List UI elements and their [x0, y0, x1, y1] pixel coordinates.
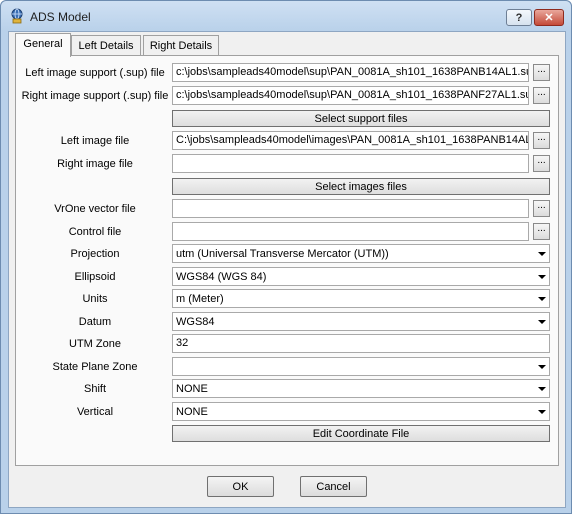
datum-select[interactable]: WGS84: [172, 312, 550, 331]
chevron-down-icon[interactable]: [535, 268, 549, 285]
right-support-field[interactable]: c:\jobs\sampleads40model\sup\PAN_0081A_s…: [172, 86, 529, 105]
ellipsoid-value: WGS84 (WGS 84): [176, 271, 267, 283]
left-support-field[interactable]: c:\jobs\sampleads40model\sup\PAN_0081A_s…: [172, 63, 529, 82]
state-plane-zone-label: State Plane Zone: [52, 361, 138, 373]
cancel-button[interactable]: Cancel: [300, 476, 367, 497]
left-support-label: Left image support (.sup) file: [25, 67, 165, 79]
chevron-down-icon[interactable]: [535, 380, 549, 397]
vrone-vector-label: VrOne vector file: [54, 203, 136, 215]
title-bar[interactable]: ADS Model ? ✕: [1, 1, 571, 31]
ellipsoid-select[interactable]: WGS84 (WGS 84): [172, 267, 550, 286]
vertical-label: Vertical: [76, 406, 114, 418]
shift-select[interactable]: NONE: [172, 379, 550, 398]
chevron-down-icon[interactable]: [535, 290, 549, 307]
shift-label: Shift: [83, 383, 106, 395]
close-button[interactable]: ✕: [534, 9, 564, 26]
dialog-client-area: General Left Details Right Details Left …: [8, 31, 566, 508]
vertical-select[interactable]: NONE: [172, 402, 550, 421]
help-button[interactable]: ?: [506, 9, 532, 26]
vrone-vector-browse-button[interactable]: ...: [533, 200, 550, 217]
projection-value: utm (Universal Transverse Mercator (UTM)…: [176, 248, 389, 260]
ellipsoid-label: Ellipsoid: [74, 271, 116, 283]
ads-app-icon: [11, 8, 23, 24]
units-label: Units: [82, 293, 108, 305]
right-support-label: Right image support (.sup) file: [21, 90, 169, 102]
control-file-browse-button[interactable]: ...: [533, 223, 550, 240]
right-image-browse-button[interactable]: ...: [533, 155, 550, 172]
chevron-down-icon[interactable]: [535, 403, 549, 420]
select-support-files-button[interactable]: Select support files: [172, 110, 550, 127]
window-title: ADS Model: [30, 10, 91, 24]
ads-model-window: ADS Model ? ✕ General Left Details Right…: [0, 0, 572, 514]
right-support-browse-button[interactable]: ...: [533, 87, 550, 104]
tab-left-details[interactable]: Left Details: [71, 35, 141, 56]
projection-label: Projection: [70, 248, 120, 260]
left-image-label: Left image file: [60, 135, 130, 147]
general-tab-panel: Left image support (.sup) file c:\jobs\s…: [15, 55, 559, 466]
shift-value: NONE: [176, 383, 208, 395]
tab-general[interactable]: General: [15, 33, 71, 57]
control-file-label: Control file: [68, 226, 122, 238]
left-support-browse-button[interactable]: ...: [533, 64, 550, 81]
utm-zone-field[interactable]: 32: [172, 334, 550, 353]
edit-coordinate-file-button[interactable]: Edit Coordinate File: [172, 425, 550, 442]
datum-value: WGS84: [176, 316, 215, 328]
ok-button[interactable]: OK: [207, 476, 274, 497]
select-images-files-button[interactable]: Select images files: [172, 178, 550, 195]
left-image-browse-button[interactable]: ...: [533, 132, 550, 149]
units-value: m (Meter): [176, 293, 224, 305]
right-image-label: Right image file: [57, 158, 133, 170]
datum-label: Datum: [78, 316, 112, 328]
tab-right-details[interactable]: Right Details: [143, 35, 219, 56]
vrone-vector-field[interactable]: [172, 199, 529, 218]
vertical-value: NONE: [176, 406, 208, 418]
chevron-down-icon[interactable]: [535, 313, 549, 330]
right-image-field[interactable]: [172, 154, 529, 173]
control-file-field[interactable]: [172, 222, 529, 241]
chevron-down-icon[interactable]: [535, 245, 549, 262]
utm-zone-label: UTM Zone: [69, 338, 121, 350]
chevron-down-icon[interactable]: [535, 358, 549, 375]
units-select[interactable]: m (Meter): [172, 289, 550, 308]
projection-select[interactable]: utm (Universal Transverse Mercator (UTM)…: [172, 244, 550, 263]
left-image-field[interactable]: C:\jobs\sampleads40model\images\PAN_0081…: [172, 131, 529, 150]
state-plane-zone-select[interactable]: [172, 357, 550, 376]
